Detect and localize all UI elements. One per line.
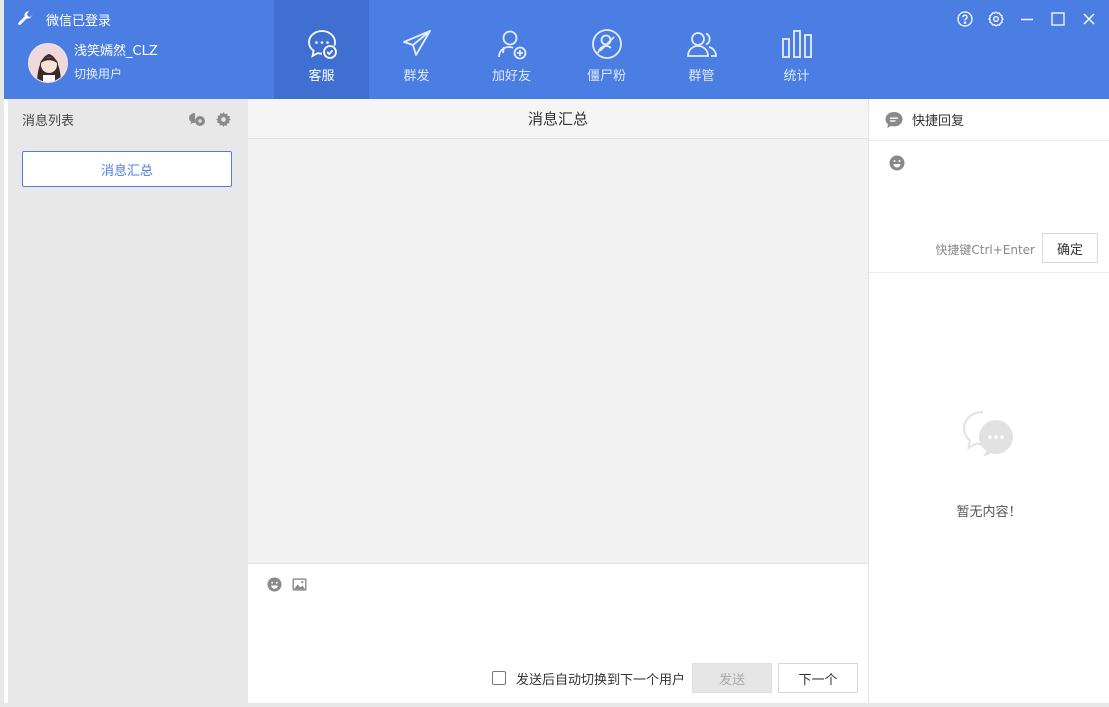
minimize-button[interactable] [1017,9,1037,29]
message-list-title: 消息列表 [22,113,75,129]
next-user-button[interactable]: 下一个 [778,663,858,693]
maximize-button[interactable] [1048,9,1068,29]
wrench-icon [18,11,33,25]
user-name: 浅笑嫣然_CLZ [74,44,158,59]
settings-icon [988,11,1004,27]
checkbox-box[interactable] [491,671,506,685]
quick-reply-panel: 快捷回复 快捷键Ctrl+Enter 确定 暂无内容！ [868,99,1109,703]
message-input[interactable] [262,600,852,656]
wechat-refresh-button[interactable] [188,110,206,128]
header-bar: 微信已登录 浅笑嫣然_CLZ 切换用户 客服 群发 加好友 僵尸粉 群管 统计 [4,0,1109,99]
image-button[interactable] [291,576,307,592]
add-friend-icon [497,30,526,60]
nav-label: 群发 [403,69,430,84]
nav-label: 客服 [308,69,335,84]
quick-reply-editor: 快捷键Ctrl+Enter 确定 [869,141,1109,273]
nav-label: 群管 [688,69,715,84]
zombie-fans-icon [591,29,622,59]
empty-state: 暂无内容！ [869,409,1109,520]
close-button[interactable] [1079,9,1099,29]
nav-item-add-friend[interactable]: 加好友 [464,0,559,99]
nav-item-zombie-fans[interactable]: 僵尸粉 [559,0,654,99]
switch-user-link[interactable]: 切换用户 [74,65,158,83]
nav-item-statistics[interactable]: 统计 [749,0,844,99]
list-settings-button[interactable] [214,110,232,128]
auto-switch-label: 发送后自动切换到下一个用户 [515,672,685,688]
emoji-button[interactable] [266,576,282,592]
message-summary-button[interactable]: 消息汇总 [22,151,232,187]
emoji-icon[interactable] [889,155,905,171]
paper-plane-icon [402,30,431,56]
app-status: 微信已登录 [16,8,111,30]
nav-item-group-manage[interactable]: 群管 [654,0,749,99]
gear-icon [215,111,231,127]
main-nav: 客服 群发 加好友 僵尸粉 群管 统计 [274,0,844,99]
send-button[interactable]: 发送 [692,663,772,693]
app-window: 微信已登录 浅笑嫣然_CLZ 切换用户 客服 群发 加好友 僵尸粉 群管 统计 … [0,0,1109,707]
chat-check-icon [307,30,337,59]
image-icon [291,577,307,591]
avatar[interactable] [28,43,68,83]
wechat-icon [189,113,205,126]
maximize-icon [1051,12,1065,26]
nav-item-customer-service[interactable]: 客服 [274,0,369,99]
group-icon [686,32,717,57]
chat-bubble-icon [885,111,903,128]
settings-button[interactable] [986,9,1006,29]
minimize-icon [1021,18,1033,21]
quick-reply-input[interactable] [884,179,1094,229]
confirm-button[interactable]: 确定 [1042,233,1098,263]
nav-item-broadcast[interactable]: 群发 [369,0,464,99]
nav-label: 统计 [783,69,810,84]
bar-stats-icon [781,30,812,58]
help-icon [957,11,973,27]
auto-switch-checkbox[interactable]: 发送后自动切换到下一个用户 [491,669,685,688]
conversation-title: 消息汇总 [248,99,868,139]
conversation-panel: 消息汇总 发送后自动切换到下一个用户 发送 下一个 [248,99,868,703]
message-list-panel: 消息列表 消息汇总 [8,99,248,703]
window-controls [944,9,1099,29]
nav-label: 僵尸粉 [586,69,626,84]
login-status-text: 微信已登录 [46,13,112,29]
message-area[interactable] [248,140,868,563]
empty-chat-icon [962,411,1013,457]
close-icon [1083,13,1095,25]
shortcut-hint: 快捷键Ctrl+Enter [935,243,1035,257]
quick-reply-title: 快捷回复 [912,114,965,129]
composer: 发送后自动切换到下一个用户 发送 下一个 [248,563,868,703]
user-profile: 浅笑嫣然_CLZ 切换用户 [28,43,158,83]
empty-text: 暂无内容！ [956,505,1022,520]
nav-label: 加好友 [491,69,531,84]
emoji-icon [266,576,282,592]
help-button[interactable] [955,9,975,29]
